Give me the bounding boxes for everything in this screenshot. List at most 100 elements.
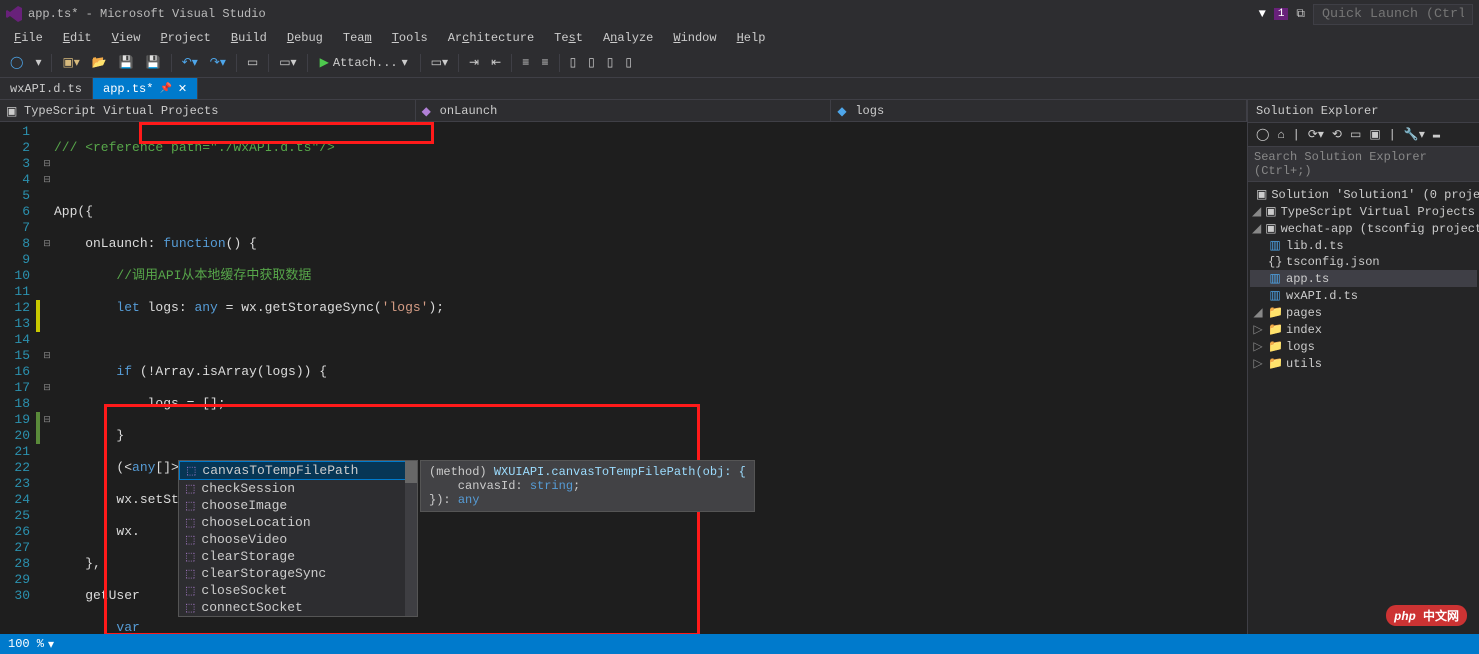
tool-5[interactable]: ≡ — [537, 54, 552, 72]
save-button[interactable]: 💾 — [115, 53, 138, 72]
close-icon[interactable]: ✕ — [178, 82, 187, 96]
menu-debug[interactable]: Debug — [279, 29, 331, 47]
window-title: app.ts* - Microsoft Visual Studio — [28, 7, 1259, 21]
tool-6[interactable]: ▯ — [566, 53, 581, 72]
intellisense-item[interactable]: ⬚chooseImage — [179, 497, 417, 514]
method-icon: ⬚ — [185, 482, 195, 496]
se-vproj-node[interactable]: ◢▣TypeScript Virtual Projects — [1250, 203, 1477, 220]
nav-project[interactable]: ▣TypeScript Virtual Projects — [0, 100, 416, 121]
se-home-icon[interactable]: ⌂ — [1275, 127, 1286, 143]
intellisense-item[interactable]: ⬚clearStorage — [179, 548, 417, 565]
feedback-icon[interactable]: ⧉ — [1296, 7, 1305, 21]
tool-8[interactable]: ▯ — [603, 53, 618, 72]
tab-wxapi[interactable]: wxAPI.d.ts — [0, 78, 93, 99]
method-icon: ⬚ — [185, 584, 195, 598]
se-collapse-icon[interactable]: ▭ — [1348, 126, 1363, 143]
tool-7[interactable]: ▯ — [584, 53, 599, 72]
nav-fwd-button[interactable]: ▾ — [31, 53, 45, 72]
file-icon: ▥ — [1268, 238, 1282, 253]
method-icon: ⬚ — [185, 499, 195, 513]
intellisense-scrollbar[interactable] — [405, 461, 417, 616]
nav-local[interactable]: ◆logs — [831, 100, 1247, 121]
menu-bar: File Edit View Project Build Debug Team … — [0, 28, 1479, 48]
pin-icon[interactable]: 📌 — [159, 83, 171, 95]
se-wrench-icon[interactable]: 🔧▾ — [1402, 126, 1427, 143]
menu-build[interactable]: Build — [223, 29, 275, 47]
nav-member[interactable]: ◆onLaunch — [416, 100, 832, 121]
se-folder-index[interactable]: ▷📁index — [1250, 321, 1477, 338]
project-icon: ▣ — [1265, 221, 1276, 236]
folder-icon: 📁 — [1268, 339, 1282, 354]
json-icon: {} — [1268, 255, 1282, 269]
intellisense-item[interactable]: ⬚chooseLocation — [179, 514, 417, 531]
config-button[interactable]: ▭▾ — [275, 53, 300, 72]
nav-back-button[interactable]: ◯ — [6, 53, 27, 72]
tab-appts[interactable]: app.ts*📌✕ — [93, 78, 198, 99]
se-folder-utils[interactable]: ▷📁utils — [1250, 355, 1477, 372]
menu-test[interactable]: Test — [546, 29, 591, 47]
watermark-badge: php 中文网 — [1386, 605, 1467, 626]
save-all-button[interactable]: 💾 — [142, 53, 165, 72]
menu-window[interactable]: Window — [665, 29, 724, 47]
menu-team[interactable]: Team — [335, 29, 380, 47]
menu-file[interactable]: File — [6, 29, 51, 47]
se-file-node[interactable]: {}tsconfig.json — [1250, 254, 1477, 270]
editor-tabs: wxAPI.d.ts app.ts*📌✕ — [0, 78, 1479, 100]
intellisense-item[interactable]: ⬚connectSocket — [179, 599, 417, 616]
menu-edit[interactable]: Edit — [55, 29, 100, 47]
menu-tools[interactable]: Tools — [384, 29, 436, 47]
se-show-all-icon[interactable]: ▣ — [1367, 126, 1382, 143]
method-icon: ◆ — [422, 104, 436, 118]
notification-badge[interactable]: 1 — [1274, 8, 1289, 20]
open-button[interactable]: 📂 — [88, 53, 111, 72]
fold-gutter[interactable]: ⊟⊟⊟⊟⊟⊟ — [40, 122, 54, 634]
tool-4[interactable]: ≡ — [518, 54, 533, 72]
se-toolbar: ◯ ⌂ | ⟳▾ ⟲ ▭ ▣ | 🔧▾ ▬ — [1248, 123, 1479, 147]
se-solution-node[interactable]: ▣Solution 'Solution1' (0 projects) — [1250, 186, 1477, 203]
tool-2[interactable]: ⇥ — [465, 53, 483, 72]
field-icon: ◆ — [837, 104, 851, 118]
filter-icon[interactable]: ▼ — [1259, 7, 1266, 21]
intellisense-popup[interactable]: ⬚canvasToTempFilePath ⬚checkSession ⬚cho… — [178, 460, 418, 617]
se-refresh-icon[interactable]: ⟲ — [1330, 126, 1344, 143]
se-back-icon[interactable]: ◯ — [1254, 126, 1271, 143]
se-tree[interactable]: ▣Solution 'Solution1' (0 projects) ◢▣Typ… — [1248, 182, 1479, 634]
code-editor[interactable]: 1234567891011121314151617181920212223242… — [0, 122, 1247, 634]
se-file-node[interactable]: ▥wxAPI.d.ts — [1250, 287, 1477, 304]
zoom-dropdown-icon[interactable]: ▾ — [48, 637, 54, 652]
menu-view[interactable]: View — [104, 29, 149, 47]
intellisense-item[interactable]: ⬚canvasToTempFilePath — [179, 461, 417, 480]
se-app-node[interactable]: ◢▣wechat-app (tsconfig project) — [1250, 220, 1477, 237]
se-folder-pages[interactable]: ◢📁pages — [1250, 304, 1477, 321]
intellisense-item[interactable]: ⬚clearStorageSync — [179, 565, 417, 582]
menu-project[interactable]: Project — [152, 29, 218, 47]
zoom-label[interactable]: 100 % — [8, 637, 44, 651]
se-file-node-selected[interactable]: ▥app.ts — [1250, 270, 1477, 287]
se-prop-icon[interactable]: ▬ — [1431, 127, 1442, 143]
project-icon: ▣ — [1265, 204, 1276, 219]
vs-logo-icon — [6, 6, 22, 22]
folder-icon: 📁 — [1268, 356, 1282, 371]
se-sync-icon[interactable]: ⟳▾ — [1306, 126, 1326, 143]
intellisense-item[interactable]: ⬚chooseVideo — [179, 531, 417, 548]
se-search-input[interactable]: Search Solution Explorer (Ctrl+;) — [1248, 147, 1479, 182]
redo-button[interactable]: ↷▾ — [206, 53, 230, 72]
tool-1[interactable]: ▭▾ — [427, 53, 452, 72]
method-icon: ⬚ — [185, 567, 195, 581]
se-folder-logs[interactable]: ▷📁logs — [1250, 338, 1477, 355]
quick-launch-input[interactable] — [1313, 4, 1473, 25]
find-button[interactable]: ▭ — [243, 53, 262, 72]
menu-architecture[interactable]: Architecture — [440, 29, 542, 47]
intellisense-item[interactable]: ⬚closeSocket — [179, 582, 417, 599]
se-title: Solution Explorer — [1248, 100, 1479, 123]
title-bar: app.ts* - Microsoft Visual Studio ▼ 1 ⧉ — [0, 0, 1479, 28]
tool-9[interactable]: ▯ — [621, 53, 636, 72]
intellisense-item[interactable]: ⬚checkSession — [179, 480, 417, 497]
se-file-node[interactable]: ▥lib.d.ts — [1250, 237, 1477, 254]
tool-3[interactable]: ⇤ — [487, 53, 505, 72]
undo-button[interactable]: ↶▾ — [178, 53, 202, 72]
menu-help[interactable]: Help — [729, 29, 774, 47]
menu-analyze[interactable]: Analyze — [595, 29, 661, 47]
new-item-button[interactable]: ▣▾ — [58, 53, 83, 72]
attach-button[interactable]: ▶Attach...▾ — [314, 53, 414, 72]
